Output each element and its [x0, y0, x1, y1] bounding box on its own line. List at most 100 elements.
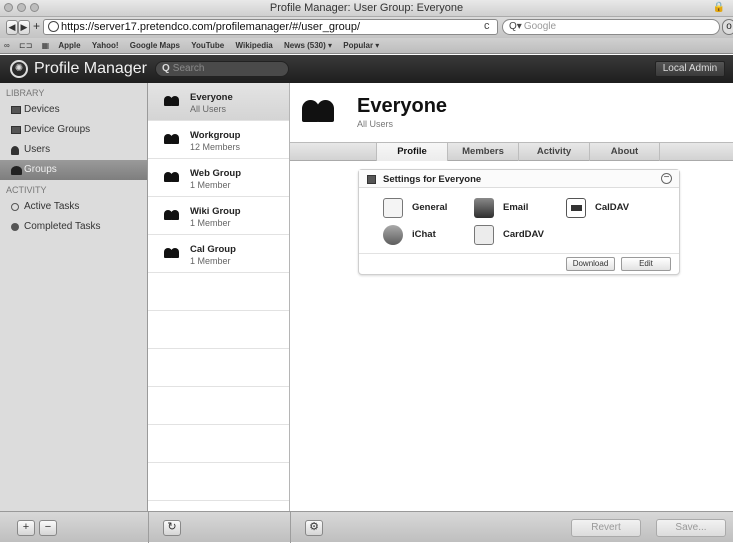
list-item-empty	[148, 387, 289, 425]
browser-search-field[interactable]: Q▾ Google	[502, 19, 720, 35]
tab-activity[interactable]: Activity	[518, 143, 589, 161]
app-title: Profile Manager	[34, 60, 147, 77]
group-large-icon	[302, 100, 336, 122]
bookmarks-book-icon[interactable]: ⊏⊐	[19, 41, 32, 50]
payload-email[interactable]: Email	[474, 197, 528, 219]
address-bar[interactable]: https://server17.pretendco.com/profilema…	[43, 19, 498, 35]
group-name: Cal Group	[190, 244, 236, 255]
group-icon	[164, 210, 180, 220]
bookmark-youtube[interactable]: YouTube	[191, 41, 224, 50]
bookmark-news[interactable]: News (530) ▾	[284, 41, 332, 50]
settings-card-footer: Download Edit	[359, 253, 679, 274]
back-button[interactable]: ◀	[6, 20, 18, 35]
contacts-card-icon	[474, 225, 494, 245]
sidebar: LIBRARY Devices Device Groups Users Grou…	[0, 83, 148, 511]
list-item-empty	[148, 311, 289, 349]
group-member-count: All Users	[190, 104, 227, 114]
edit-button[interactable]: Edit	[621, 257, 671, 271]
reload-icon[interactable]: c	[484, 20, 490, 32]
sidebar-item-completed-tasks[interactable]: Completed Tasks	[0, 217, 147, 237]
bookmark-wikipedia[interactable]: Wikipedia	[235, 41, 272, 50]
new-tab-plus-icon[interactable]: +	[32, 20, 41, 35]
group-list: Everyone All Users Workgroup 12 Members …	[148, 83, 290, 511]
group-icon	[164, 134, 180, 144]
activity-heading: ACTIVITY	[6, 185, 47, 195]
payload-label: iChat	[412, 229, 436, 240]
group-row-cal-group[interactable]: Cal Group 1 Member	[148, 235, 289, 273]
payload-carddav[interactable]: CardDAV	[474, 224, 544, 246]
group-icon	[164, 248, 180, 258]
group-row-wiki-group[interactable]: Wiki Group 1 Member	[148, 197, 289, 235]
remove-button[interactable]: −	[39, 520, 57, 536]
group-name: Workgroup	[190, 130, 241, 141]
sidebar-item-users[interactable]: Users	[0, 140, 147, 160]
settings-icon	[367, 175, 376, 184]
bookmark-yahoo[interactable]: Yahoo!	[92, 41, 119, 50]
refresh-icon[interactable]: ↻	[163, 520, 181, 536]
toolbar-divider	[290, 512, 291, 543]
reading-list-icon[interactable]: ∞	[4, 41, 10, 50]
search-icon: Q▾	[509, 21, 522, 32]
chat-bubble-icon	[383, 225, 403, 245]
save-button[interactable]: Save...	[656, 519, 726, 537]
list-item-empty	[148, 425, 289, 463]
group-row-web-group[interactable]: Web Group 1 Member	[148, 159, 289, 197]
group-icon	[11, 166, 22, 175]
group-member-count: 12 Members	[190, 142, 241, 152]
tab-members[interactable]: Members	[447, 143, 518, 161]
payload-label: CardDAV	[503, 229, 544, 240]
toolbar-overflow-icon[interactable]: o	[722, 19, 733, 35]
tab-profile[interactable]: Profile	[376, 143, 447, 161]
tab-about[interactable]: About	[589, 143, 660, 161]
group-name: Wiki Group	[190, 206, 241, 217]
sidebar-item-label: Completed Tasks	[24, 221, 101, 232]
bookmark-popular[interactable]: Popular ▾	[343, 41, 379, 50]
group-icon	[164, 96, 180, 106]
browser-toolbar: ◀ ▶ + https://server17.pretendco.com/pro…	[0, 17, 733, 38]
globe-icon	[48, 21, 59, 32]
add-button[interactable]: +	[17, 520, 35, 536]
group-member-count: 1 Member	[190, 180, 231, 190]
bookmarks-bar: ∞ ⊏⊐ ▦ Apple Yahoo! Google Maps YouTube …	[0, 38, 733, 54]
sidebar-item-groups[interactable]: Groups	[0, 160, 147, 180]
bookmark-apple[interactable]: Apple	[58, 41, 80, 50]
sidebar-item-device-groups[interactable]: Device Groups	[0, 120, 147, 140]
app-search-placeholder: Search	[172, 63, 205, 74]
search-icon: Q	[162, 63, 170, 74]
group-name: Web Group	[190, 168, 242, 179]
settings-title: Settings for Everyone	[383, 174, 482, 185]
group-name: Everyone	[190, 92, 233, 103]
app-header: ✺ Profile Manager Q Search Local Admin	[0, 55, 733, 83]
email-icon	[474, 198, 494, 218]
group-row-everyone[interactable]: Everyone All Users	[148, 83, 289, 121]
download-button[interactable]: Download	[566, 257, 615, 271]
settings-card: Settings for Everyone − General Email Ca…	[358, 169, 680, 275]
sidebar-item-devices[interactable]: Devices	[0, 100, 147, 120]
collapse-icon[interactable]: −	[661, 173, 672, 184]
app-search-input[interactable]: Q Search	[155, 61, 289, 77]
calendar-icon	[566, 198, 586, 218]
group-row-workgroup[interactable]: Workgroup 12 Members	[148, 121, 289, 159]
revert-button[interactable]: Revert	[571, 519, 641, 537]
local-admin-button[interactable]: Local Admin	[655, 61, 725, 77]
sidebar-item-label: Device Groups	[24, 124, 91, 135]
payload-label: Email	[503, 202, 529, 213]
payload-general[interactable]: General	[383, 197, 447, 219]
top-sites-grid-icon[interactable]: ▦	[42, 41, 50, 50]
bookmark-google-maps[interactable]: Google Maps	[130, 41, 180, 50]
list-item-empty	[148, 273, 289, 311]
sidebar-item-label: Users	[24, 144, 51, 155]
sidebar-item-label: Devices	[24, 104, 60, 115]
device-groups-icon	[11, 126, 21, 134]
sidebar-item-label: Groups	[24, 164, 57, 175]
browser-titlebar: Profile Manager: User Group: Everyone 🔒	[0, 0, 733, 17]
gear-icon[interactable]: ⚙	[305, 520, 323, 536]
sidebar-item-active-tasks[interactable]: Active Tasks	[0, 197, 147, 217]
devices-icon	[11, 106, 21, 114]
payload-ichat[interactable]: iChat	[383, 224, 436, 246]
settings-card-header: Settings for Everyone −	[359, 170, 679, 188]
forward-button[interactable]: ▶	[18, 20, 30, 35]
group-member-count: 1 Member	[190, 256, 231, 266]
active-tasks-icon	[11, 203, 19, 211]
payload-caldav[interactable]: CalDAV	[566, 197, 629, 219]
